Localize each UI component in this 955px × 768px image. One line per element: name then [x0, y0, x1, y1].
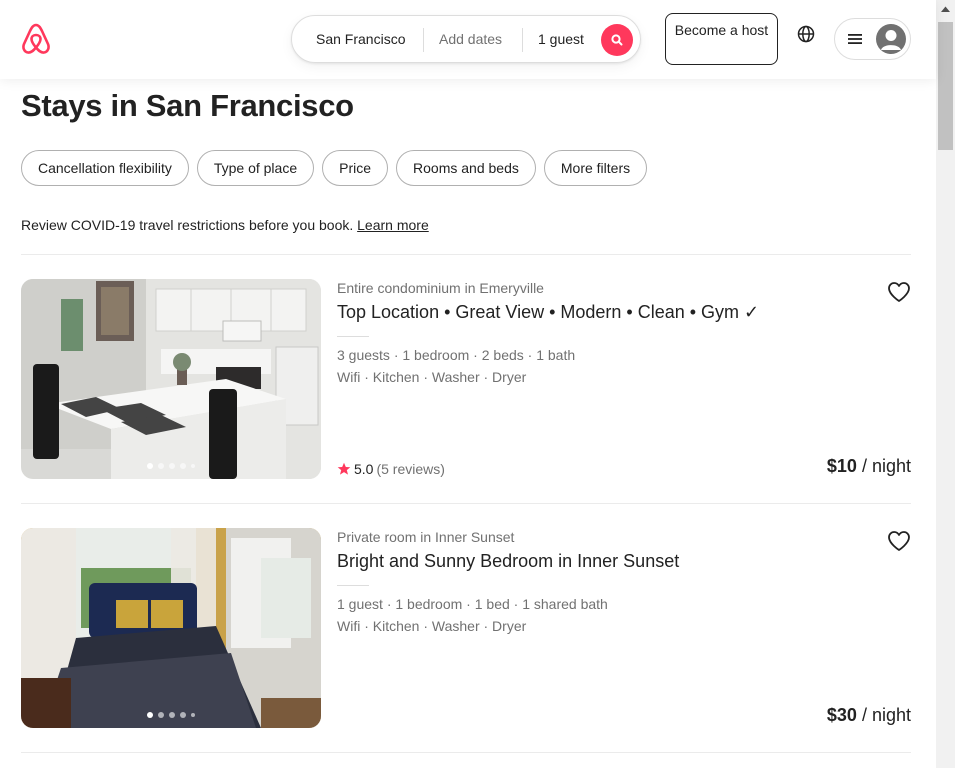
- scroll-thumb[interactable]: [938, 22, 953, 150]
- review-count: (5 reviews): [376, 461, 445, 477]
- listing-price: $30 / night: [827, 705, 911, 726]
- pagination-dot[interactable]: [169, 712, 175, 718]
- search-button[interactable]: [601, 24, 633, 56]
- divider: [21, 752, 911, 753]
- listing-amenities: Wifi · Kitchen · Washer · Dryer: [337, 618, 527, 634]
- listing-card[interactable]: Private room in Inner Sunset Bright and …: [21, 528, 911, 728]
- rating-score: 5.0: [354, 461, 374, 477]
- listing-divider: [337, 585, 369, 586]
- page-title: Stays in San Francisco: [21, 88, 354, 123]
- filter-type-of-place[interactable]: Type of place: [196, 150, 315, 186]
- photo-pagination: [21, 712, 321, 718]
- bedroom-photo: [21, 528, 321, 728]
- price-unit: / night: [856, 705, 911, 725]
- save-heart-icon[interactable]: [887, 529, 911, 553]
- price-amount: $30: [826, 705, 857, 725]
- filter-more-filters[interactable]: More filters: [543, 150, 648, 186]
- search-guests[interactable]: 1 guest: [538, 31, 584, 47]
- listing-price: $10 / night: [827, 456, 911, 477]
- covid-notice-text: Review COVID-19 travel restrictions befo…: [21, 217, 354, 233]
- filter-bar: Cancellation flexibility Type of place P…: [21, 150, 648, 186]
- divider: [21, 503, 911, 504]
- filter-cancellation-flexibility[interactable]: Cancellation flexibility: [21, 150, 189, 186]
- search-location[interactable]: San Francisco: [316, 31, 405, 47]
- user-icon: [881, 30, 901, 50]
- search-divider: [423, 28, 424, 52]
- pagination-dot[interactable]: [147, 463, 153, 469]
- pagination-dot[interactable]: [158, 463, 164, 469]
- search-dates[interactable]: Add dates: [439, 31, 502, 47]
- listing-details: 1 guest · 1 bedroom · 1 bed · 1 shared b…: [337, 596, 608, 612]
- profile-menu-button[interactable]: [834, 18, 911, 60]
- covid-notice: Review COVID-19 travel restrictions befo…: [21, 217, 429, 233]
- listing-title[interactable]: Top Location • Great View • Modern • Cle…: [337, 302, 759, 323]
- listing-photo[interactable]: [21, 528, 321, 728]
- filter-price[interactable]: Price: [322, 150, 389, 186]
- listing-amenities: Wifi · Kitchen · Washer · Dryer: [337, 369, 527, 385]
- listing-rating: 5.0 (5 reviews): [337, 461, 445, 477]
- price-amount: $10: [826, 456, 857, 476]
- listing-type: Entire condominium in Emeryville: [337, 280, 544, 296]
- pagination-dot[interactable]: [180, 463, 186, 469]
- kitchen-photo: [21, 279, 321, 479]
- save-heart-icon[interactable]: [887, 280, 911, 304]
- top-header: San Francisco Add dates 1 guest Become a…: [0, 0, 936, 79]
- covid-learn-more-link[interactable]: Learn more: [357, 217, 429, 233]
- pagination-dot[interactable]: [169, 463, 175, 469]
- listing-divider: [337, 336, 369, 337]
- listing-photo[interactable]: [21, 279, 321, 479]
- search-icon: [611, 34, 623, 46]
- pagination-dot[interactable]: [180, 712, 186, 718]
- chevron-up-icon: [941, 6, 950, 12]
- listing-type: Private room in Inner Sunset: [337, 529, 515, 545]
- menu-icon: [848, 34, 862, 44]
- vertical-scrollbar[interactable]: [936, 0, 955, 768]
- pagination-dot[interactable]: [158, 712, 164, 718]
- search-bar[interactable]: San Francisco Add dates 1 guest: [291, 15, 641, 63]
- listing-title[interactable]: Bright and Sunny Bedroom in Inner Sunset: [337, 551, 679, 572]
- search-divider: [522, 28, 523, 52]
- airbnb-logo-icon[interactable]: [20, 22, 52, 56]
- divider: [21, 254, 911, 255]
- become-host-button[interactable]: Become a host: [665, 13, 778, 65]
- photo-pagination: [21, 463, 321, 469]
- pagination-dot[interactable]: [147, 712, 153, 718]
- listing-card[interactable]: Entire condominium in Emeryville Top Loc…: [21, 279, 911, 479]
- listing-details: 3 guests · 1 bedroom · 2 beds · 1 bath: [337, 347, 576, 363]
- star-icon: [337, 462, 351, 475]
- pagination-dot[interactable]: [191, 713, 195, 717]
- price-unit: / night: [856, 456, 911, 476]
- scroll-up-arrow[interactable]: [936, 0, 955, 17]
- avatar: [876, 24, 906, 54]
- filter-rooms-and-beds[interactable]: Rooms and beds: [396, 150, 536, 186]
- globe-icon[interactable]: [796, 24, 816, 44]
- pagination-dot[interactable]: [191, 464, 195, 468]
